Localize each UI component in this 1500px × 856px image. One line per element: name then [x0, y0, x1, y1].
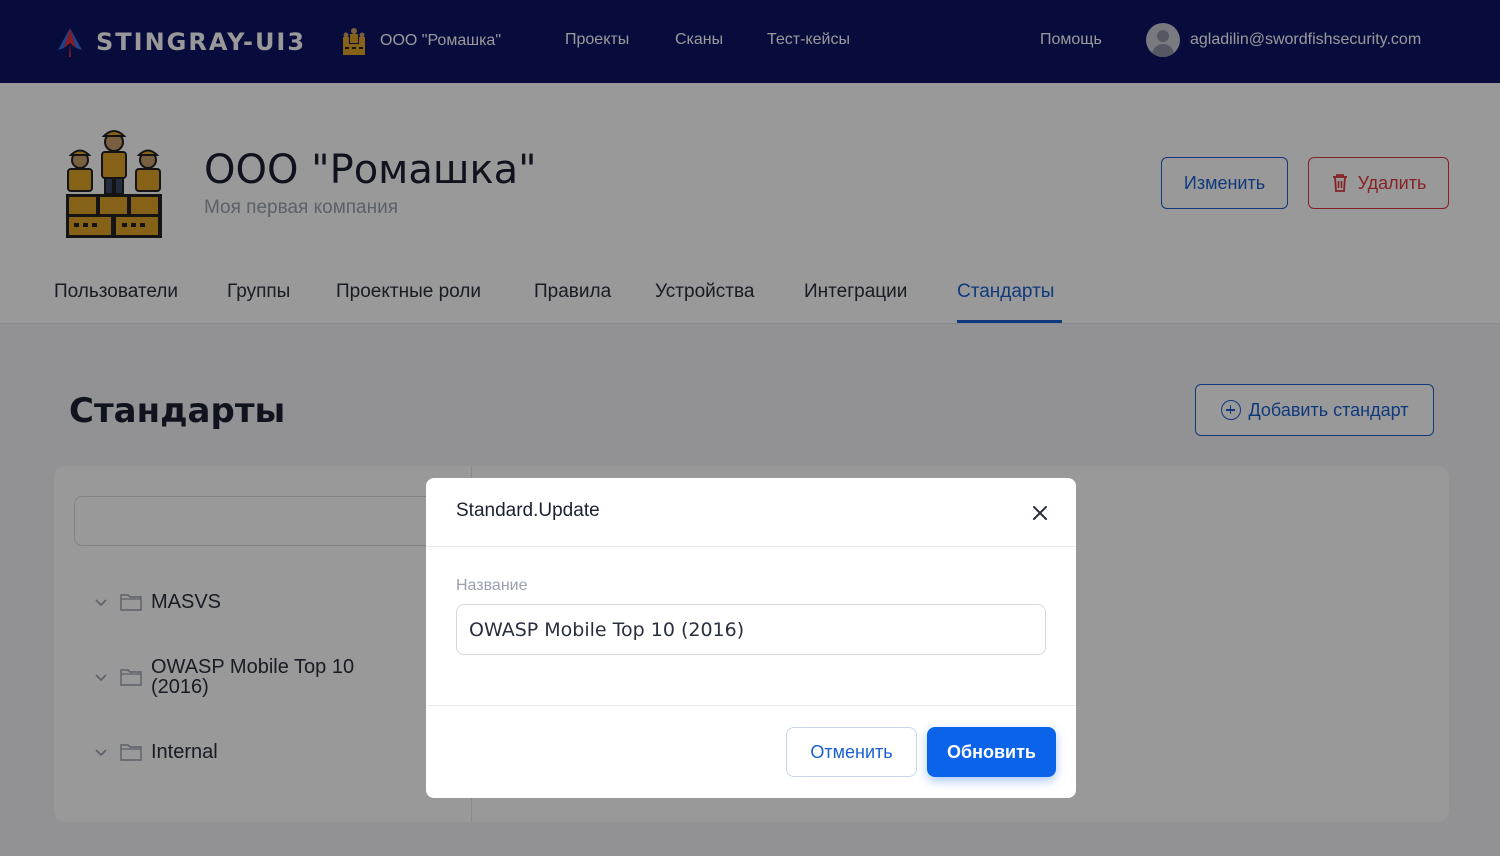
cancel-button[interactable]: Отменить — [786, 727, 917, 777]
close-icon[interactable] — [1029, 502, 1051, 524]
name-field-label: Название — [456, 577, 528, 594]
update-standard-modal: Standard.Update Название Отменить Обнови… — [426, 478, 1076, 798]
update-button[interactable]: Обновить — [927, 727, 1056, 777]
modal-title: Standard.Update — [456, 500, 600, 521]
modal-footer-divider — [426, 705, 1076, 706]
name-field[interactable] — [456, 604, 1046, 655]
modal-header-divider — [426, 546, 1076, 547]
